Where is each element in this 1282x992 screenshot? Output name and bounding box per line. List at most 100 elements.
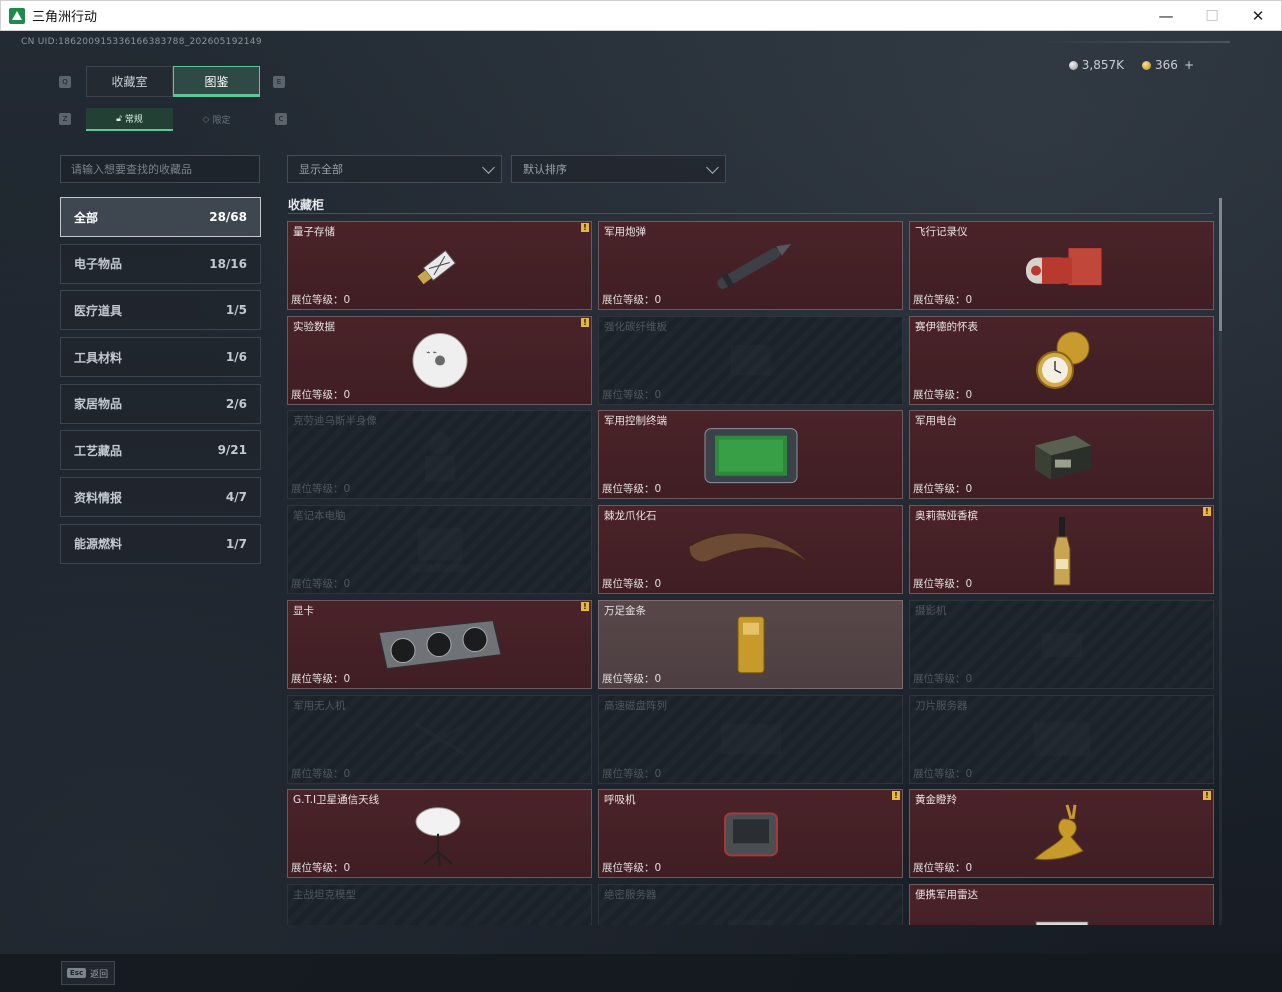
collection-item-card[interactable]: 军用炮弹 展位等级：0	[598, 221, 903, 310]
window-title: 三角洲行动	[32, 10, 98, 25]
item-name: 主战坦克模型	[293, 888, 356, 901]
disk-array-icon	[711, 714, 791, 768]
collection-item-card[interactable]: 量子存储 展位等级：0!	[287, 221, 592, 310]
item-level-value: 0	[343, 767, 351, 780]
tab-normal-label: 常规	[124, 115, 143, 125]
item-level-value: 0	[965, 388, 973, 401]
back-button[interactable]: Esc 返回	[61, 961, 115, 985]
collection-item-card[interactable]: 主战坦克模型展位等级：0	[287, 883, 592, 925]
collection-item-card[interactable]: 飞行记录仪 展位等级：0	[909, 221, 1214, 310]
category-item[interactable]: 全部 28/68	[60, 197, 261, 237]
alert-badge-icon: !	[892, 791, 900, 801]
collection-item-card[interactable]: G.T.I卫星通信天线 展位等级：0	[287, 789, 592, 879]
item-name: 强化碳纤维板	[604, 320, 667, 333]
item-name: 摄影机	[915, 604, 947, 617]
category-count: 2/6	[225, 396, 247, 411]
collection-item-card[interactable]: 棘龙爪化石 展位等级：0	[598, 505, 903, 595]
item-level: 展位等级：0	[291, 481, 350, 496]
svg-text:⌁ ⌁: ⌁ ⌁	[426, 349, 437, 357]
ventilator-icon	[719, 807, 783, 865]
lock-open-icon: 🔓︎	[116, 113, 122, 124]
category-label: 资料情报	[74, 490, 123, 505]
collection-item-card[interactable]: 赛伊德的怀表 展位等级：0	[909, 315, 1214, 405]
main-tabs: 收藏室 图鉴	[86, 66, 260, 97]
tab-catalog[interactable]: 图鉴	[173, 66, 260, 97]
window-controls: — ☐ ✕	[1143, 1, 1281, 31]
category-label: 能源燃料	[74, 537, 123, 552]
collection-item-card[interactable]: 军用电台 展位等级：0	[909, 410, 1214, 500]
item-level-label: 展位等级：	[602, 388, 655, 401]
gold-bar-icon	[734, 613, 768, 681]
collection-item-card[interactable]: 便携军用雷达展位等级：0	[909, 883, 1214, 925]
chevron-down-icon	[482, 161, 495, 174]
item-level-label: 展位等级：	[602, 483, 655, 496]
tab-normal[interactable]: 🔓︎ 常规	[86, 108, 173, 131]
window-titlebar: 三角洲行动 — ☐ ✕	[0, 0, 1282, 31]
gold-coin-icon	[1142, 60, 1152, 70]
search-input[interactable]: 请输入想要查找的收藏品	[60, 155, 260, 183]
collection-item-card[interactable]: 奥莉薇娅香槟 展位等级：0!	[909, 505, 1214, 595]
maximize-button[interactable]: ☐	[1189, 1, 1235, 31]
collection-item-card[interactable]: 高速磁盘阵列 展位等级：0	[598, 694, 903, 784]
laptop-icon	[400, 522, 480, 582]
item-level-value: 0	[965, 578, 973, 591]
item-level: 展位等级：0	[602, 292, 661, 307]
disc-icon: ⌁ ⌁	[410, 331, 470, 395]
item-level-value: 0	[965, 294, 973, 306]
champagne-icon	[1051, 515, 1073, 591]
scrollbar-thumb[interactable]	[1219, 198, 1222, 331]
category-item[interactable]: 工艺藏品 9/21	[60, 430, 261, 471]
limited-icon: ◇	[202, 114, 210, 125]
collection-item-card[interactable]: 实验数据 ⌁ ⌁ 展位等级：0!	[287, 315, 592, 405]
collection-item-card[interactable]: 克劳迪乌斯半身像 展位等级：0	[287, 410, 592, 500]
category-item[interactable]: 工具材料 1/6	[60, 337, 261, 378]
collection-item-card[interactable]: 呼吸机 展位等级：0!	[598, 789, 903, 879]
graphics-card-icon	[375, 615, 505, 679]
item-level: 展位等级：0	[913, 292, 972, 307]
item-level-label: 展位等级：	[291, 862, 344, 875]
item-level: 展位等级：0	[602, 481, 661, 496]
category-item[interactable]: 能源燃料 1/7	[60, 523, 261, 564]
collection-item-card[interactable]: 万足金条 展位等级：0	[598, 599, 903, 689]
item-level-label: 展位等级：	[913, 483, 966, 496]
category-count: 1/5	[225, 303, 247, 318]
item-name: 便携军用雷达	[915, 888, 978, 901]
item-name: 实验数据	[293, 320, 335, 333]
category-item[interactable]: 家居物品 2/6	[60, 383, 261, 424]
collection-item-card[interactable]: 军用无人机 展位等级：0	[287, 694, 592, 784]
item-level: 展位等级：0	[913, 576, 972, 591]
category-list: 全部 28/68 电子物品 18/16 医疗道具 1/5 工具材料 1/6 家居物品 2/6 工艺藏…	[60, 197, 261, 571]
collection-item-card[interactable]: 军用控制终端 展位等级：0	[598, 410, 903, 500]
category-item[interactable]: 医疗道具 1/5	[60, 290, 261, 331]
item-level: 展位等级：0	[291, 860, 350, 875]
collection-item-card[interactable]: 显卡 展位等级：0!	[287, 599, 592, 689]
tab-collection-room[interactable]: 收藏室	[86, 66, 173, 97]
item-name: 显卡	[293, 604, 314, 617]
item-level: 展位等级：0	[291, 766, 350, 781]
close-button[interactable]: ✕	[1235, 1, 1281, 31]
category-item[interactable]: 资料情报 4/7	[60, 477, 261, 518]
minimize-button[interactable]: —	[1143, 1, 1189, 31]
display-filter-dropdown[interactable]: 显示全部	[287, 155, 502, 183]
add-currency-button[interactable]: +	[1184, 58, 1194, 72]
item-name: 呼吸机	[604, 794, 636, 807]
sort-dropdown[interactable]: 默认排序	[511, 155, 726, 183]
collection-item-card[interactable]: 摄影机 展位等级：0	[909, 599, 1214, 689]
radar-icon	[1032, 908, 1092, 925]
collection-item-card[interactable]: 笔记本电脑 展位等级：0	[287, 505, 592, 595]
collection-item-card[interactable]: 强化碳纤维板 展位等级：0	[598, 315, 903, 405]
currency-bar: 3,857K 366 +	[1068, 58, 1194, 72]
server-icon	[716, 908, 786, 925]
tab-limited[interactable]: ◇ 限定	[173, 108, 260, 131]
item-level-label: 展位等级：	[913, 294, 966, 306]
alert-badge-icon: !	[581, 601, 589, 611]
collection-item-card[interactable]: 绝密服务器展位等级：0	[598, 883, 903, 925]
collection-item-card[interactable]: 黄金瞪羚 展位等级：0!	[909, 789, 1214, 879]
item-name: 量子存储	[293, 226, 335, 238]
grid-scrollbar[interactable]	[1219, 198, 1222, 925]
esc-key-hint: Esc	[67, 968, 87, 978]
tank-model-icon	[405, 908, 475, 925]
collection-item-card[interactable]: 刀片服务器 展位等级：0	[909, 694, 1214, 784]
category-item[interactable]: 电子物品 18/16	[60, 243, 261, 284]
item-level-value: 0	[965, 483, 973, 496]
